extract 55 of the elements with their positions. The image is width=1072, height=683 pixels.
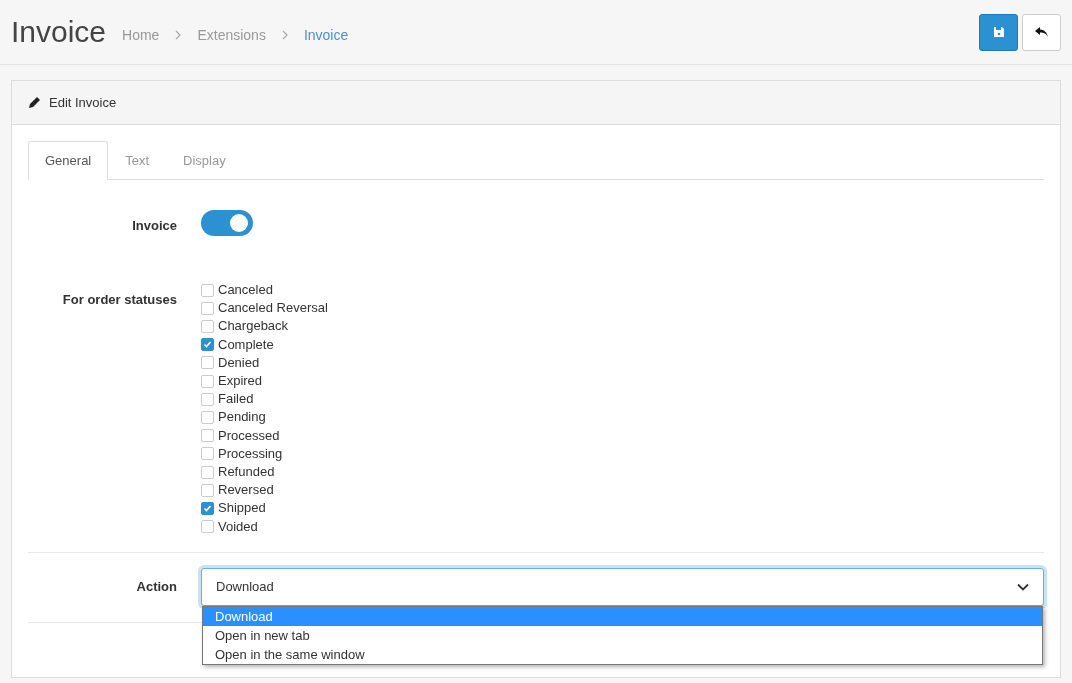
checkbox-label: Reversed <box>218 481 274 500</box>
back-button[interactable] <box>1022 13 1061 51</box>
select-value: Download <box>216 578 274 597</box>
toggle-switch[interactable] <box>201 209 253 236</box>
panel-title: Edit Invoice <box>49 93 117 112</box>
checkbox-label: Shipped <box>218 499 266 518</box>
dropdown-option[interactable]: Download <box>203 606 1042 626</box>
check-icon <box>203 340 212 350</box>
tab[interactable]: Display <box>166 141 243 180</box>
checkbox[interactable] <box>201 465 214 479</box>
checkbox[interactable] <box>201 320 214 333</box>
dropdown-option[interactable]: Open in new tab <box>203 625 1042 645</box>
checkbox-label: Processed <box>218 426 280 445</box>
field-label: For order statuses <box>61 291 177 309</box>
checkbox-label: Pending <box>218 408 266 427</box>
dropdown-option[interactable]: Open in the same window <box>203 644 1042 664</box>
checkbox[interactable] <box>201 411 214 424</box>
checkbox[interactable] <box>201 392 214 406</box>
page-title: Invoice <box>11 14 107 50</box>
check-icon <box>203 504 212 514</box>
chevron-icon <box>175 30 182 40</box>
breadcrumb-link[interactable]: Home <box>122 24 160 46</box>
checkbox[interactable] <box>201 502 214 516</box>
checkbox[interactable] <box>201 374 214 388</box>
checkbox-label: Expired <box>218 372 263 390</box>
field-label: Invoice <box>131 216 177 235</box>
breadcrumb-link[interactable]: Invoice <box>303 24 349 46</box>
save-icon <box>992 26 1005 38</box>
select-field[interactable]: Download <box>201 567 1044 606</box>
checkbox-label: Processing <box>218 444 283 463</box>
checkbox[interactable] <box>201 447 214 461</box>
checkbox-label: Chargeback <box>218 317 289 336</box>
checkbox[interactable] <box>201 301 214 315</box>
breadcrumb-link[interactable]: Extensions <box>197 24 266 46</box>
checkbox-label: Failed <box>218 390 254 409</box>
checkbox[interactable] <box>201 429 214 443</box>
checkbox[interactable] <box>201 283 214 297</box>
checkbox-label: Canceled <box>218 281 273 299</box>
checkbox[interactable] <box>201 483 214 497</box>
pencil-icon <box>28 96 41 109</box>
checkbox-label: Denied <box>218 353 260 372</box>
chevron-down-icon <box>1017 582 1029 591</box>
checkbox[interactable] <box>201 338 214 352</box>
checkbox-label: Canceled Reversal <box>218 299 328 318</box>
chevron-icon <box>281 30 288 40</box>
save-button[interactable] <box>979 13 1018 51</box>
field-label: Action <box>135 578 177 597</box>
checkbox-label: Complete <box>218 335 274 354</box>
checkbox-label: Refunded <box>218 463 275 482</box>
checkbox[interactable] <box>201 520 214 534</box>
reply-icon <box>1034 26 1049 38</box>
tab[interactable]: Text <box>108 141 167 180</box>
checkbox[interactable] <box>201 356 214 370</box>
checkbox-label: Voided <box>218 517 258 536</box>
tab[interactable]: General <box>28 141 109 180</box>
